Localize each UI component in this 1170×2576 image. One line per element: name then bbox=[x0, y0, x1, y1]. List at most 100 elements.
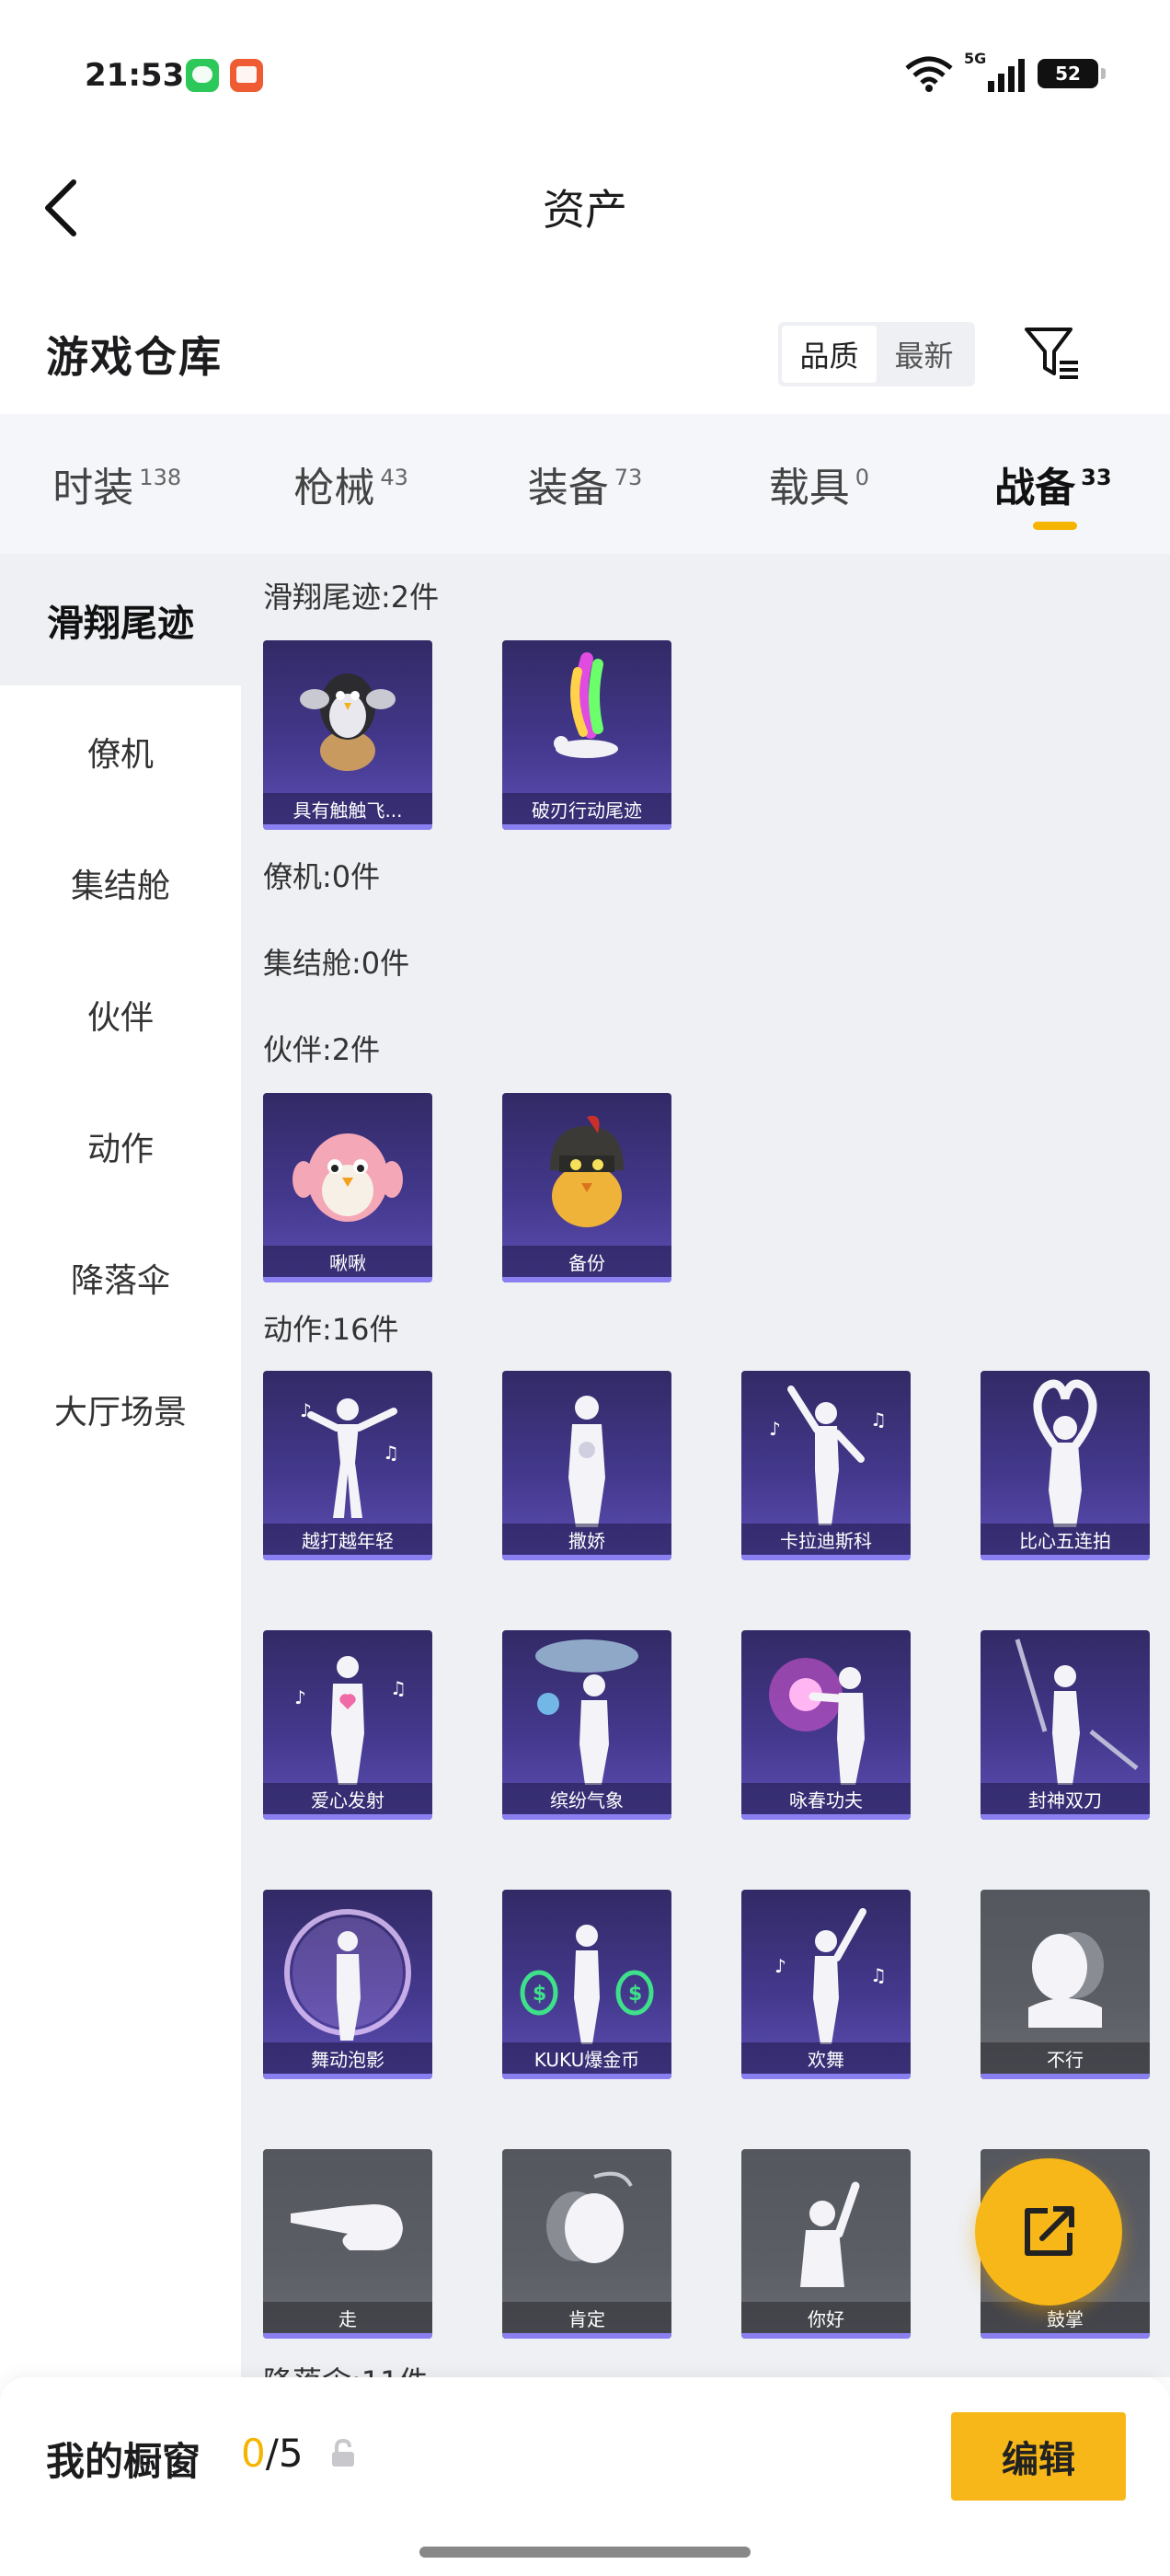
tab-count: 33 bbox=[1081, 465, 1112, 490]
item-card[interactable]: $ $ KUKU爆金币 bbox=[502, 1890, 671, 2079]
active-tab-indicator bbox=[1032, 522, 1077, 530]
tab-count: 73 bbox=[614, 465, 643, 490]
item-card[interactable]: 比心五连拍 bbox=[981, 1371, 1150, 1560]
tab-label: 时装 bbox=[52, 465, 134, 512]
battery-icon: 52 bbox=[1038, 59, 1106, 88]
item-card[interactable]: 备份 bbox=[502, 1093, 671, 1282]
item-name: KUKU爆金币 bbox=[502, 2042, 671, 2074]
smoke-trail-icon bbox=[554, 652, 618, 758]
shy-figure-icon bbox=[568, 1396, 605, 1527]
sidebar-item-emotes[interactable]: 动作 bbox=[0, 1080, 241, 1212]
warehouse-title: 游戏仓库 bbox=[46, 332, 223, 382]
cellular-signal-icon: 5G bbox=[964, 50, 1025, 92]
sidebar-item-parachute[interactable]: 降落伞 bbox=[0, 1212, 241, 1343]
lock-icon bbox=[332, 2438, 354, 2467]
bubble-figure-icon bbox=[284, 1909, 411, 2041]
section-title-glide-trail: 滑翔尾迹:2件 bbox=[263, 580, 440, 615]
item-card[interactable]: ♪ ♫ 爱心发射 bbox=[263, 1630, 432, 1820]
item-name: 爱心发射 bbox=[263, 1783, 432, 1814]
item-name: 破刃行动尾迹 bbox=[502, 793, 671, 824]
item-name: 撒娇 bbox=[502, 1524, 671, 1555]
heart-shot-icon: ♪ ♫ bbox=[294, 1656, 407, 1785]
item-card[interactable]: 不行 bbox=[981, 1890, 1150, 2079]
item-name: 舞动泡影 bbox=[263, 2042, 432, 2074]
weather-figure-icon bbox=[535, 1639, 638, 1785]
status-time: 21:53 bbox=[85, 57, 185, 94]
item-card[interactable]: 肯定 bbox=[502, 2149, 671, 2339]
filter-button[interactable] bbox=[1021, 322, 1082, 383]
filter-icon bbox=[1025, 328, 1078, 379]
item-name: 肯定 bbox=[502, 2302, 671, 2333]
status-indicators: 5G 52 bbox=[905, 50, 1106, 94]
tab-vehicles[interactable]: 载具 0 bbox=[702, 414, 935, 554]
item-name: 越打越年轻 bbox=[263, 1524, 432, 1555]
section-title-wingman: 僚机:0件 bbox=[263, 859, 381, 894]
sword-figure-icon bbox=[1015, 1639, 1139, 1785]
item-name: 比心五连拍 bbox=[981, 1524, 1150, 1555]
disco-figure-icon: ♪ ♫ bbox=[769, 1386, 887, 1525]
item-grid-panel[interactable]: 滑翔尾迹:2件 具有触触飞... 破刃行动尾迹 僚机:0件 集结舱:0件 伙伴:… bbox=[241, 554, 1170, 2377]
sidebar-item-assembly-pod[interactable]: 集结舱 bbox=[0, 817, 241, 949]
sidebar-item-companion[interactable]: 伙伴 bbox=[0, 949, 241, 1080]
helmet-chick-icon bbox=[550, 1115, 624, 1227]
item-card[interactable]: 你好 bbox=[741, 2149, 911, 2339]
item-name: 鼓掌 bbox=[981, 2302, 1150, 2333]
sort-newest-option[interactable]: 最新 bbox=[877, 326, 971, 383]
item-card[interactable]: ♪ ♫ 卡拉迪斯科 bbox=[741, 1371, 911, 1560]
wave-hand-icon bbox=[800, 2181, 860, 2287]
item-card[interactable]: 具有触触飞... bbox=[263, 640, 432, 830]
home-indicator[interactable] bbox=[419, 2547, 751, 2558]
money-bag-icon: $ $ bbox=[520, 1925, 654, 2044]
item-name: 咏春功夫 bbox=[741, 1783, 911, 1814]
tab-firearms[interactable]: 枪械 43 bbox=[234, 414, 467, 554]
section-title-emotes: 动作:16件 bbox=[263, 1312, 399, 1347]
status-bar: 21:53 5G 52 bbox=[0, 0, 1170, 138]
tab-label: 战备 bbox=[994, 465, 1076, 512]
section-title-parachute: 降落伞:11件 bbox=[263, 2359, 429, 2377]
sidebar-item-wingman[interactable]: 僚机 bbox=[0, 685, 241, 817]
item-card[interactable]: 封神双刀 bbox=[981, 1630, 1150, 1820]
svg-text:♪: ♪ bbox=[300, 1399, 312, 1421]
app-notification-icon bbox=[230, 59, 263, 92]
share-fab-button[interactable] bbox=[975, 2158, 1122, 2306]
tab-count: 43 bbox=[380, 465, 408, 490]
item-card[interactable]: 撒娇 bbox=[502, 1371, 671, 1560]
svg-text:♪: ♪ bbox=[294, 1686, 306, 1708]
sidebar-item-lobby-scene[interactable]: 大厅场景 bbox=[0, 1343, 241, 1475]
item-card[interactable]: 破刃行动尾迹 bbox=[502, 640, 671, 830]
nod-head-icon bbox=[546, 2171, 633, 2263]
cheer-figure-icon: ♪ ♫ bbox=[774, 1908, 887, 2044]
warehouse-header: 游戏仓库 品质 最新 bbox=[0, 276, 1170, 414]
pink-bird-icon bbox=[292, 1133, 403, 1222]
item-name: 走 bbox=[263, 2302, 432, 2333]
tab-combat-gear[interactable]: 战备 33 bbox=[936, 414, 1170, 554]
item-name: 封神双刀 bbox=[981, 1783, 1150, 1814]
sort-toggle: 品质 最新 bbox=[778, 322, 975, 386]
item-card[interactable]: 缤纷气象 bbox=[502, 1630, 671, 1820]
section-title-assembly-pod: 集结舱:0件 bbox=[263, 946, 410, 981]
tab-fashion[interactable]: 时装 138 bbox=[0, 414, 234, 554]
tab-equipment[interactable]: 装备 73 bbox=[468, 414, 702, 554]
item-name: 你好 bbox=[741, 2302, 911, 2333]
edit-button[interactable]: 编辑 bbox=[951, 2412, 1126, 2501]
svg-text:♪: ♪ bbox=[774, 1955, 786, 1977]
item-card[interactable]: ♪ ♫ 越打越年轻 bbox=[263, 1371, 432, 1560]
item-name: 不行 bbox=[981, 2042, 1150, 2074]
item-name: 缤纷气象 bbox=[502, 1783, 671, 1814]
showcase-count: 0/5 bbox=[241, 2431, 304, 2476]
sort-quality-option[interactable]: 品质 bbox=[782, 326, 877, 383]
head-shake-icon bbox=[1028, 1932, 1104, 2028]
item-card[interactable]: 走 bbox=[263, 2149, 432, 2339]
item-card[interactable]: 咏春功夫 bbox=[741, 1630, 911, 1820]
point-hand-icon bbox=[291, 2204, 403, 2251]
tab-count: 0 bbox=[855, 465, 870, 490]
item-card[interactable]: 啾啾 bbox=[263, 1093, 432, 1282]
svg-text:♫: ♫ bbox=[870, 1964, 887, 1986]
sidebar: 滑翔尾迹 僚机 集结舱 伙伴 动作 降落伞 大厅场景 bbox=[0, 554, 241, 2377]
item-card[interactable]: ♪ ♫ 欢舞 bbox=[741, 1890, 911, 2079]
sidebar-item-glide-trail[interactable]: 滑翔尾迹 bbox=[0, 554, 241, 685]
item-card[interactable]: 舞动泡影 bbox=[263, 1890, 432, 2079]
tab-label: 载具 bbox=[768, 465, 850, 512]
item-name: 欢舞 bbox=[741, 2042, 911, 2074]
svg-text:♪: ♪ bbox=[769, 1418, 781, 1440]
